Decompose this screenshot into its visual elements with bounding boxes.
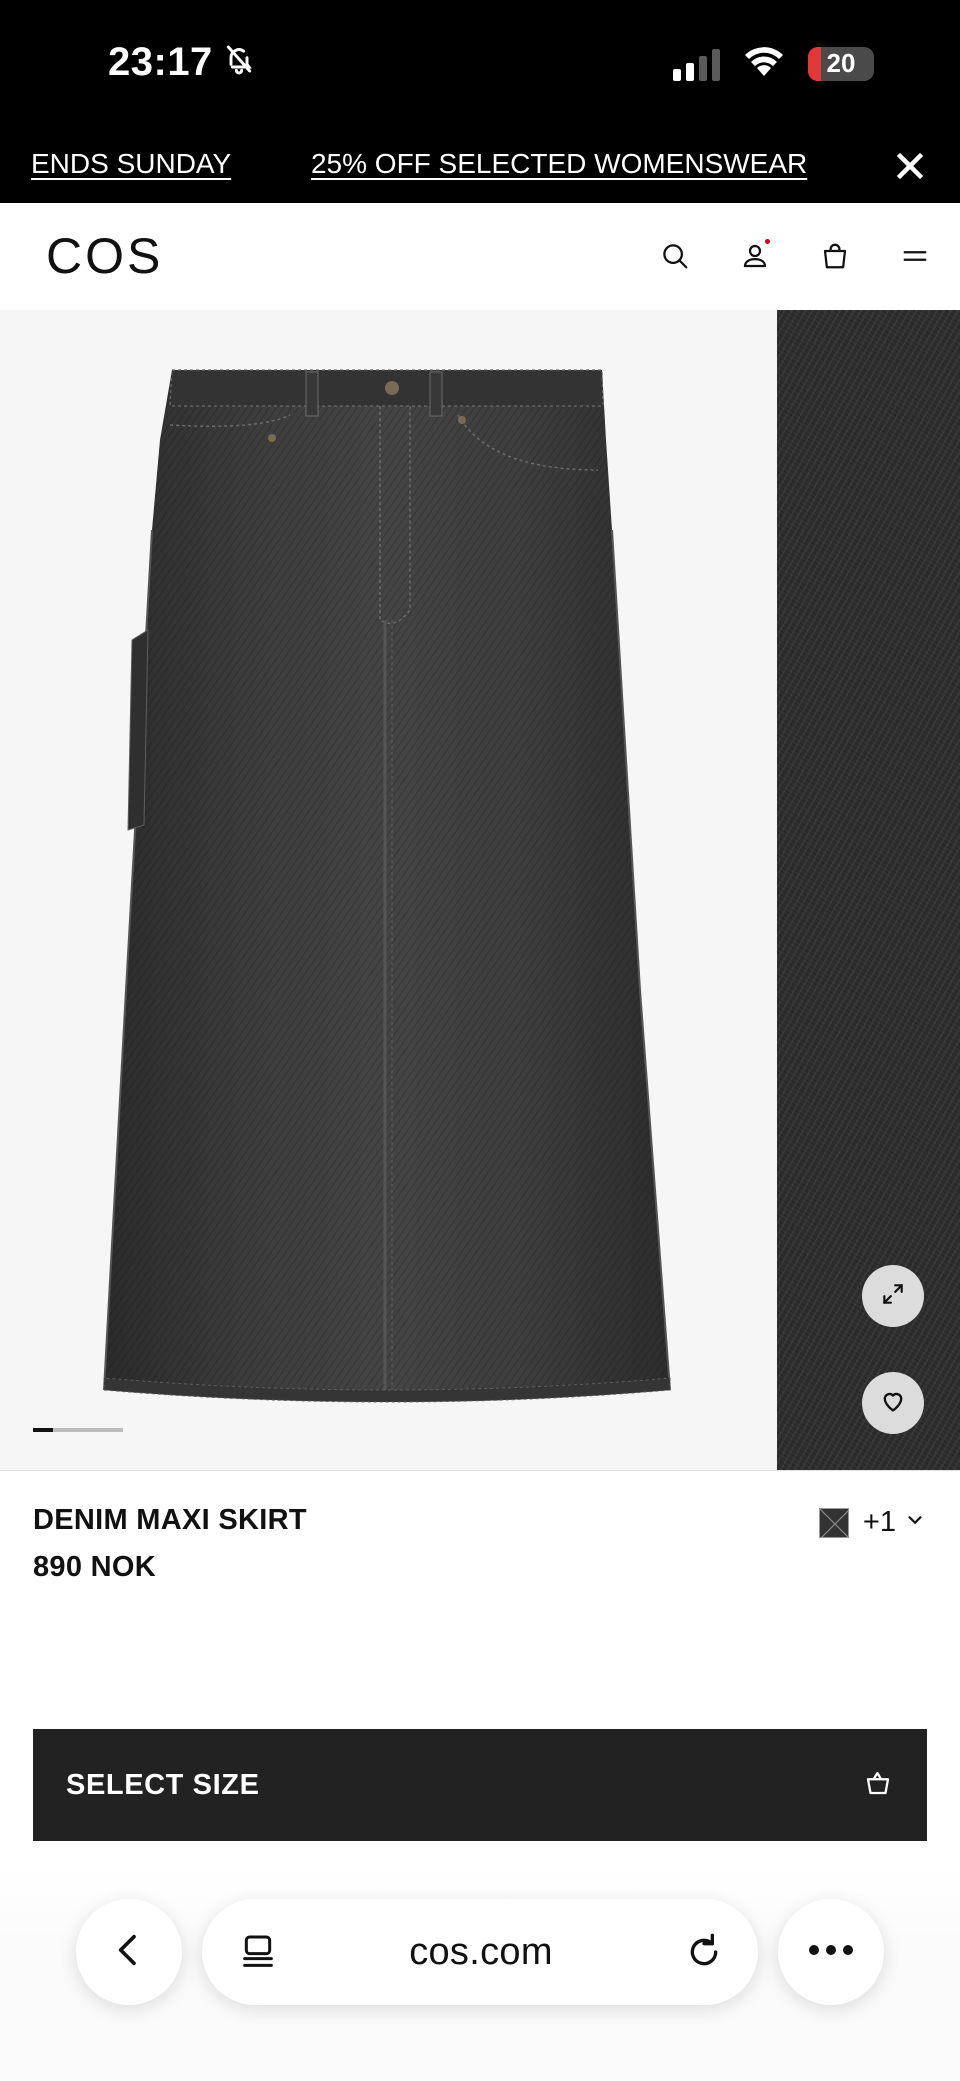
gallery-progress-active: [33, 1428, 53, 1432]
gallery-progress: [33, 1428, 123, 1432]
shopping-bag-icon: [863, 1768, 893, 1803]
more-icon: [808, 1943, 854, 1961]
browser-toolbar: cos.com: [0, 1870, 960, 2081]
product-name: DENIM MAXI SKIRT: [33, 1504, 307, 1536]
promo-marquee: ENDS SUNDAY 25% OFF SELECTED WOMENSWEAR: [0, 148, 860, 180]
chevron-down-icon: [904, 1509, 926, 1536]
wifi-icon: [742, 44, 786, 83]
menu-icon[interactable]: [894, 235, 936, 277]
back-icon: [109, 1930, 149, 1975]
search-icon[interactable]: [654, 235, 696, 277]
promo-text-partial[interactable]: ENDS SUNDAY: [31, 148, 231, 180]
promo-banner: ENDS SUNDAY 25% OFF SELECTED WOMENSWEAR: [0, 130, 960, 203]
clock: 23:17: [108, 40, 213, 84]
expand-button[interactable]: [862, 1265, 924, 1327]
wishlist-button[interactable]: [862, 1372, 924, 1434]
status-time: 23:17: [108, 40, 255, 85]
promo-text-main[interactable]: 25% OFF SELECTED WOMENSWEAR: [311, 148, 807, 180]
back-button[interactable]: [76, 1899, 182, 2005]
more-colors-count: +1: [862, 1506, 896, 1538]
status-bar: 23:17 20: [0, 0, 960, 130]
site-header: COS: [0, 203, 960, 310]
reload-icon[interactable]: [682, 1930, 726, 1974]
more-button[interactable]: [778, 1899, 884, 2005]
tabs-icon[interactable]: [236, 1930, 280, 1974]
cellular-signal-icon: [673, 47, 720, 81]
select-size-button[interactable]: SELECT SIZE: [33, 1729, 927, 1841]
product-price: 890 NOK: [33, 1551, 156, 1583]
status-indicators: 20: [673, 44, 874, 83]
heart-icon: [879, 1387, 907, 1420]
battery-icon: 20: [808, 46, 874, 81]
battery-level: 20: [826, 48, 856, 78]
account-icon[interactable]: [734, 235, 776, 277]
product-image[interactable]: [0, 310, 776, 1470]
color-swatch[interactable]: [818, 1507, 849, 1538]
product-gallery[interactable]: [0, 310, 960, 1470]
expand-icon: [880, 1281, 906, 1312]
close-icon[interactable]: [890, 146, 930, 186]
address-bar[interactable]: cos.com: [202, 1899, 758, 2005]
color-picker[interactable]: +1: [818, 1506, 926, 1539]
url-text[interactable]: cos.com: [409, 1931, 553, 1974]
cos-logo[interactable]: COS: [46, 227, 163, 285]
header-actions: [654, 235, 936, 277]
select-size-label: SELECT SIZE: [66, 1768, 260, 1801]
shopping-bag-icon[interactable]: [814, 235, 856, 277]
notification-dot: [765, 239, 770, 244]
divider: [0, 1470, 960, 1471]
bell-slash-icon: [223, 40, 255, 85]
